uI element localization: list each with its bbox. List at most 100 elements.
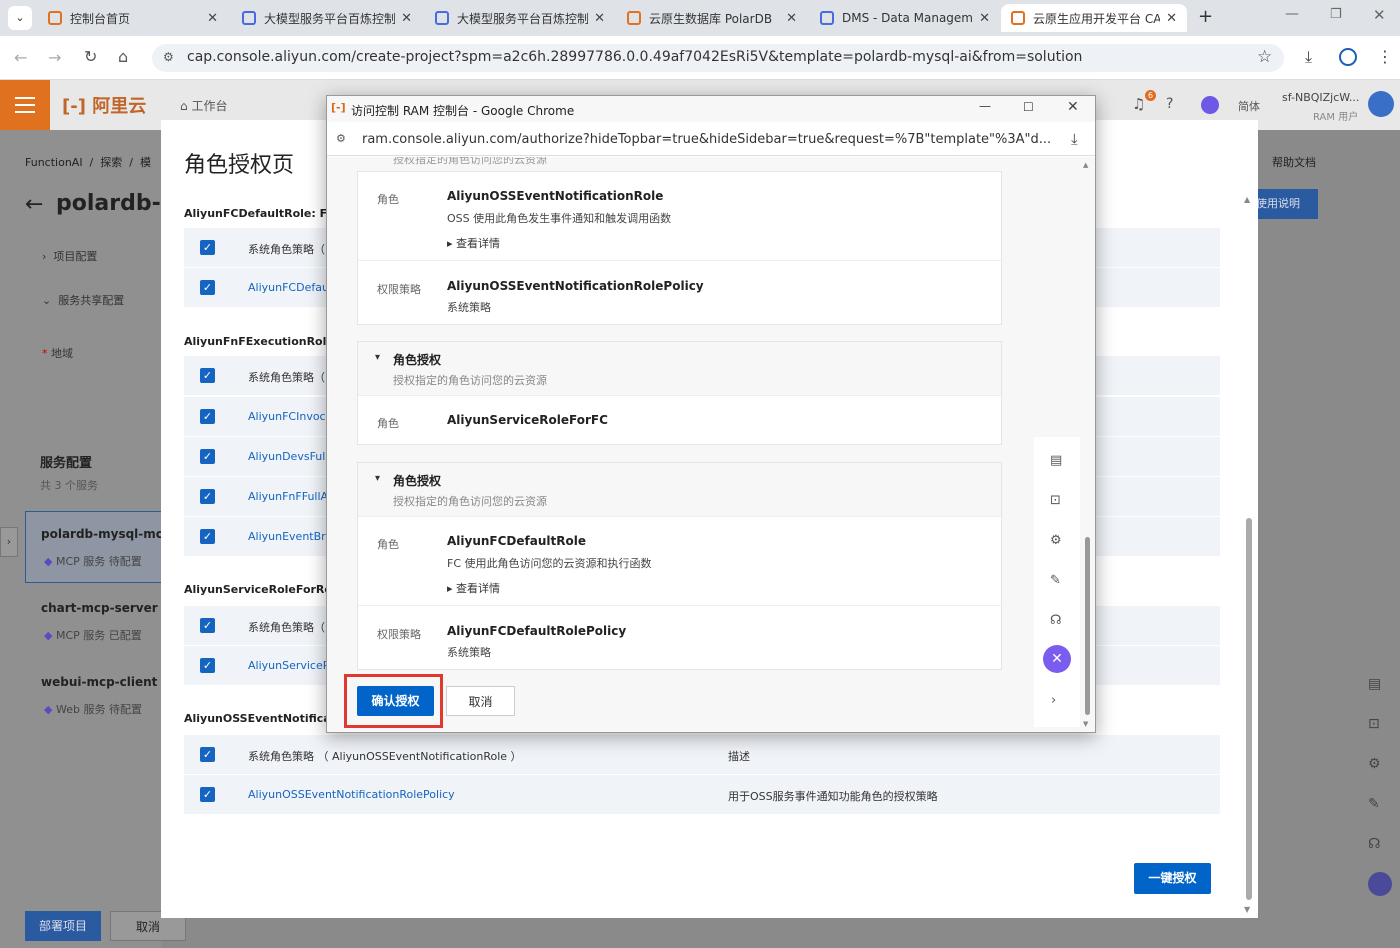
browser-tab[interactable]: 云原生数据库 PolarDB ✕ <box>617 4 807 32</box>
policy-checkbox[interactable]: ✓ <box>200 618 215 633</box>
url-text[interactable]: cap.console.aliyun.com/create-project?sp… <box>187 49 1082 65</box>
scrollbar-thumb[interactable] <box>1246 518 1252 900</box>
home-icon[interactable]: ⌂ <box>118 47 128 66</box>
help-icon[interactable]: ? <box>1166 96 1173 112</box>
robot-icon[interactable]: ⊡ <box>1368 716 1380 732</box>
ai-icon[interactable] <box>1368 872 1392 896</box>
popup-maximize-icon[interactable]: ☐ <box>1023 100 1034 114</box>
policy-label[interactable]: AliyunServiceRo <box>248 659 337 672</box>
forward-icon[interactable]: → <box>48 48 61 67</box>
menu-service-share[interactable]: ⌄ 服务共享配置 <box>42 292 124 308</box>
minimize-icon[interactable]: — <box>1285 6 1299 22</box>
popup-minimize-icon[interactable]: — <box>979 99 991 113</box>
popup-scrollbar-down-icon[interactable]: ▼ <box>1083 720 1088 728</box>
scrollbar-down-icon[interactable]: ▼ <box>1244 905 1250 914</box>
bell-icon[interactable]: ♫ <box>1132 95 1145 113</box>
popup-download-icon[interactable]: ⤓ <box>1071 130 1078 148</box>
ai-assistant-icon[interactable] <box>1201 96 1219 114</box>
workbench-link[interactable]: ⌂ 工作台 <box>180 97 227 114</box>
popup-cancel-button[interactable]: 取消 <box>446 686 515 716</box>
policy-checkbox[interactable]: ✓ <box>200 747 215 762</box>
close-window-icon[interactable]: ✕ <box>1373 6 1386 24</box>
support-icon[interactable]: ☊ <box>1368 836 1380 852</box>
site-info-icon[interactable]: ⚙ <box>163 50 174 64</box>
browser-tab[interactable]: 大模型服务平台百炼控制 ✕ <box>232 4 422 32</box>
deploy-button[interactable]: 部署项目 <box>25 911 101 941</box>
popup-close-icon[interactable]: ✕ <box>1067 99 1079 115</box>
popup-scrollbar-up-icon[interactable]: ▲ <box>1083 161 1088 169</box>
help-doc-link[interactable]: 帮助文档 <box>1272 154 1316 170</box>
aliyun-logo[interactable]: [-] 阿里云 <box>62 92 146 118</box>
tab-search-button[interactable]: ⌄ <box>8 6 32 30</box>
policy-label[interactable]: AliyunFCInvoca <box>248 410 332 423</box>
avatar[interactable] <box>1368 91 1394 117</box>
menu-icon[interactable]: ⋮ <box>1377 47 1393 66</box>
edit-icon[interactable]: ✎ <box>1050 573 1061 588</box>
policy-checkbox[interactable]: ✓ <box>200 449 215 464</box>
sidebar-collapse-toggle[interactable]: › <box>0 527 18 557</box>
policy-checkbox[interactable]: ✓ <box>200 240 215 255</box>
doc-icon[interactable]: ▤ <box>1368 676 1381 692</box>
service-name[interactable]: chart-mcp-server <box>41 601 158 615</box>
edit-icon[interactable]: ✎ <box>1368 796 1380 812</box>
expand-chevron-icon[interactable]: › <box>1051 693 1056 708</box>
tab-close-icon[interactable]: ✕ <box>786 11 797 26</box>
ai-close-icon[interactable]: ✕ <box>1043 645 1071 673</box>
tab-close-icon[interactable]: ✕ <box>401 11 412 26</box>
support-icon[interactable]: ☊ <box>1050 613 1062 628</box>
tab-close-icon[interactable]: ✕ <box>594 11 605 26</box>
restore-icon[interactable]: ❐ <box>1330 7 1342 22</box>
bookmark-star-icon[interactable]: ☆ <box>1257 47 1272 67</box>
section3-details-toggle[interactable]: ▸ 查看详情 <box>447 580 500 596</box>
browser-tab[interactable]: 云原生应用开发平台 CA ✕ <box>1001 4 1187 32</box>
profile-icon[interactable] <box>1339 48 1357 66</box>
policy-checkbox[interactable]: ✓ <box>200 787 215 802</box>
collapse-triangle-icon[interactable]: ▾ <box>375 473 380 484</box>
policy-checkbox[interactable]: ✓ <box>200 368 215 383</box>
policy-checkbox[interactable]: ✓ <box>200 529 215 544</box>
policy-label[interactable]: AliyunDevsFullA <box>248 450 336 463</box>
policy-label[interactable]: AliyunOSSEventNotificationRolePolicy <box>248 788 455 801</box>
robot-icon[interactable]: ⊡ <box>1050 493 1061 508</box>
policy-checkbox[interactable]: ✓ <box>200 280 215 295</box>
new-tab-button[interactable]: + <box>1198 6 1213 27</box>
menu-project-config[interactable]: › 项目配置 <box>42 248 97 264</box>
browser-tab[interactable]: 控制台首页 ✕ <box>38 4 228 32</box>
hamburger-menu-icon[interactable] <box>0 80 50 130</box>
policy-checkbox[interactable]: ✓ <box>200 658 215 673</box>
breadcrumb-item[interactable]: 探索 <box>100 156 122 169</box>
breadcrumb-item[interactable]: 模 <box>140 156 151 169</box>
service-name[interactable]: polardb-mysql-mcp <box>41 527 171 541</box>
collapse-triangle-icon[interactable]: ▾ <box>375 352 380 363</box>
reload-icon[interactable]: ↻ <box>84 47 97 66</box>
service-name[interactable]: webui-mcp-client <box>41 675 157 689</box>
service-card-selected[interactable] <box>25 511 165 583</box>
user-name[interactable]: sf-NBQIZjcW... <box>1282 91 1359 104</box>
popup-scrollbar-thumb[interactable] <box>1085 537 1090 715</box>
back-arrow-icon[interactable]: ← <box>25 192 43 217</box>
policy-checkbox[interactable]: ✓ <box>200 409 215 424</box>
back-icon[interactable]: ← <box>14 48 27 67</box>
popup-url[interactable]: ram.console.aliyun.com/authorize?hideTop… <box>362 132 1052 147</box>
tab-close-icon[interactable]: ✕ <box>1166 11 1177 26</box>
policy-label[interactable]: AliyunFnFFullAc <box>248 490 334 503</box>
browser-tab[interactable]: 大模型服务平台百炼控制 ✕ <box>425 4 615 32</box>
confirm-authorize-button[interactable]: 确认授权 <box>357 686 434 716</box>
tab-close-icon[interactable]: ✕ <box>207 11 218 26</box>
popup-site-icon[interactable]: ⚙ <box>336 132 346 145</box>
lang-switch[interactable]: 简体 <box>1238 98 1260 114</box>
download-icon[interactable]: ⤓ <box>1305 47 1312 67</box>
tab-close-icon[interactable]: ✕ <box>979 11 990 26</box>
breadcrumb-item[interactable]: FunctionAI <box>25 156 83 169</box>
policy-label[interactable]: AliyunEventBrid <box>248 530 336 543</box>
settings-icon[interactable]: ⚙ <box>1050 533 1062 548</box>
oss-details-toggle[interactable]: ▸ 查看详情 <box>447 235 500 251</box>
settings-icon[interactable]: ⚙ <box>1368 756 1381 772</box>
policy-checkbox[interactable]: ✓ <box>200 489 215 504</box>
browser-tab[interactable]: DMS - Data Managem ✕ <box>810 4 1000 32</box>
doc-icon[interactable]: ▤ <box>1050 453 1062 468</box>
usage-button[interactable]: 使用说明 <box>1256 189 1318 219</box>
one-click-authorize-button[interactable]: 一键授权 <box>1134 863 1211 894</box>
scrollbar-up-icon[interactable]: ▲ <box>1244 195 1250 204</box>
policy-label[interactable]: AliyunFCDefaul <box>248 281 332 294</box>
